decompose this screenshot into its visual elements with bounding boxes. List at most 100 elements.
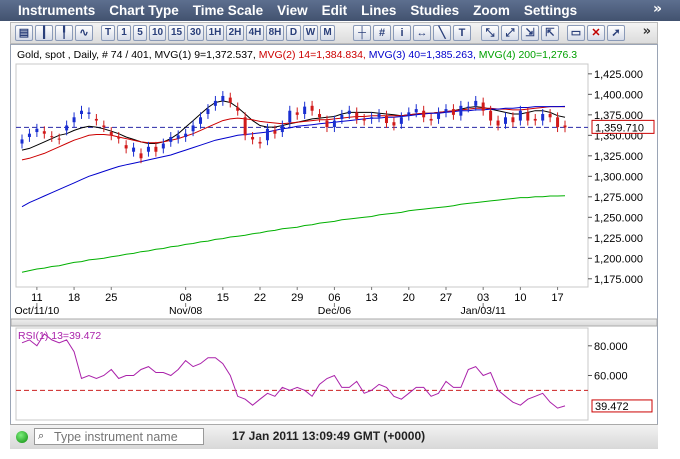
candle-body (496, 120, 500, 126)
candle-body (117, 136, 121, 139)
candle-body (548, 114, 552, 118)
candle-body (191, 125, 195, 132)
candle-body (50, 136, 54, 138)
mvg-line-4 (21, 195, 566, 273)
y-tick-label: 1,300.000 (594, 171, 643, 183)
candle-body (303, 106, 307, 115)
candle-body (42, 131, 46, 134)
rsi-y-tick-label: 60.000 (594, 370, 628, 382)
candle-body (199, 117, 203, 124)
y-tick-label: 1,400.000 (594, 89, 643, 101)
x-tick-label: 15 (217, 292, 229, 304)
candle-body (184, 133, 188, 137)
candle-body (124, 145, 128, 149)
status-bar: ⌕ 17 Jan 2011 13:09:49 GMT (+0000) (10, 424, 658, 449)
search-icon: ⌕ (38, 429, 45, 442)
candle-body (35, 128, 39, 133)
x-tick-label: 29 (291, 292, 303, 304)
candle-body (370, 117, 374, 119)
x-period-label: Jan/03/11 (461, 305, 507, 317)
y-tick-label: 1,225.000 (594, 233, 643, 245)
candle-body (243, 117, 247, 136)
candle-body (161, 143, 165, 149)
candle-body (146, 146, 150, 152)
candle-body (347, 110, 351, 115)
candle-body (154, 146, 158, 152)
x-tick-label: 03 (477, 292, 489, 304)
candle-body (258, 141, 262, 144)
rsi-y-tick-label: 80.000 (594, 341, 628, 353)
candle-body (310, 105, 314, 111)
y-tick-label: 1,175.000 (594, 274, 643, 286)
candle-body (228, 97, 232, 103)
candle-body (236, 107, 240, 111)
chart-header-part-1: MVG(2) 14=1,384.834, (259, 49, 369, 61)
chart-header: Gold, spot , Daily, # 74 / 401, MVG(1) 9… (17, 49, 577, 61)
candle-body (414, 109, 418, 113)
candle-body (489, 110, 493, 121)
candle-body (563, 125, 567, 128)
connection-status-icon (16, 431, 28, 443)
candle-body (87, 112, 91, 115)
rsi-line (21, 333, 566, 409)
candle-body (20, 139, 24, 144)
candle-body (280, 125, 284, 133)
y-tick-label: 1,275.000 (594, 192, 643, 204)
candle-body (533, 118, 537, 121)
rsi-plot-area (15, 327, 589, 421)
candle-body (526, 112, 530, 121)
y-tick-label: 1,425.000 (594, 69, 643, 81)
instrument-search-box[interactable]: ⌕ (34, 428, 204, 445)
y-tick-label: 1,200.000 (594, 253, 643, 265)
candle-body (94, 118, 98, 121)
candle-body (206, 109, 210, 115)
x-tick-label: 27 (440, 292, 452, 304)
chart-canvas[interactable]: Gold, spot , Daily, # 74 / 401, MVG(1) 9… (0, 0, 680, 459)
x-tick-label: 10 (514, 292, 526, 304)
candle-body (556, 117, 560, 128)
candle-body (399, 117, 403, 124)
main-plot-area (15, 63, 589, 288)
candle-body (362, 118, 366, 121)
candle-body (451, 109, 455, 115)
candle-body (332, 120, 336, 128)
x-tick-label: 08 (180, 292, 192, 304)
candle-body (288, 110, 292, 123)
last-price-label: 1,359.710 (595, 122, 644, 134)
candle-body (429, 118, 433, 121)
candle-body (511, 117, 515, 123)
candle-body (459, 105, 463, 116)
candle-body (466, 106, 470, 108)
candle-body (318, 114, 322, 118)
candle-body (251, 136, 255, 140)
candle-body (377, 114, 381, 118)
candle-body (437, 112, 441, 119)
candle-body (474, 100, 478, 106)
x-tick-label: 06 (328, 292, 340, 304)
candle-body (72, 117, 76, 123)
candle-body (169, 136, 173, 142)
candle-body (407, 112, 411, 116)
candle-body (27, 133, 31, 137)
x-tick-label: 18 (68, 292, 80, 304)
x-period-label: Oct/11/10 (15, 305, 60, 317)
candle-body (213, 100, 217, 106)
x-period-label: Dec/06 (318, 305, 351, 317)
candle-body (273, 130, 277, 134)
candle-body (422, 110, 426, 118)
candle-body (444, 109, 448, 113)
x-tick-label: 17 (551, 292, 563, 304)
chart-header-part-2: MVG(3) 40=1,385.263, (369, 49, 479, 61)
candle-body (518, 110, 522, 121)
candle-body (132, 147, 136, 152)
candle-body (503, 117, 507, 124)
x-tick-label: 22 (254, 292, 266, 304)
candle-body (80, 110, 84, 115)
rsi-last-value-label: 39.472 (595, 401, 629, 413)
candle-body (384, 115, 388, 124)
instrument-search-input[interactable] (54, 430, 200, 443)
chart-header-part-3: MVG(4) 200=1,276.3 (479, 49, 578, 61)
candle-body (221, 95, 225, 101)
pane-separator (10, 318, 658, 327)
candle-body (295, 112, 299, 115)
